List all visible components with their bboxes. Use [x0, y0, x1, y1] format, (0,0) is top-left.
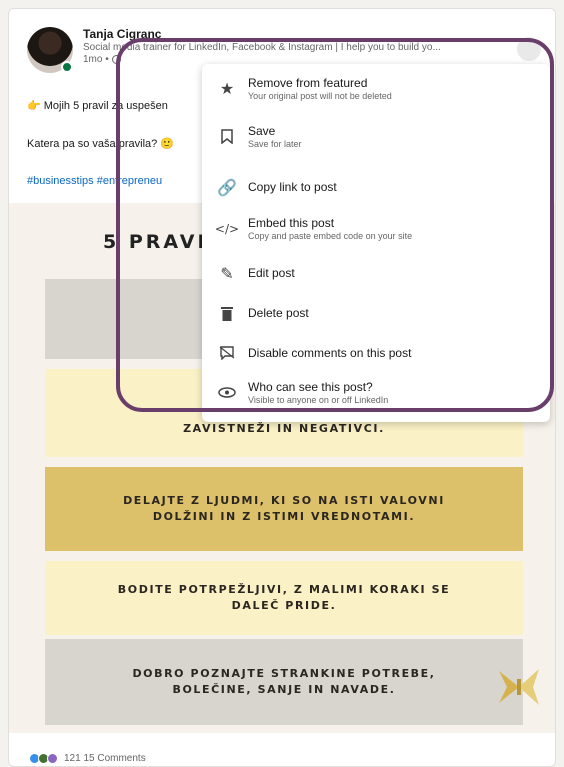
menu-label: Remove from featured	[248, 76, 368, 90]
post-text-line2: Katera pa so vaša pravila?	[27, 138, 158, 150]
post-hashtags[interactable]: #businesstips #entrepreneu	[27, 175, 162, 187]
menu-item-disable-comments[interactable]: Disable comments on this post	[202, 342, 550, 364]
butterfly-logo	[499, 669, 539, 705]
trash-icon	[216, 302, 238, 324]
menu-label: Disable comments on this post	[248, 346, 412, 360]
pencil-icon: ✎	[220, 263, 234, 283]
hand-emoji-icon: 👉	[27, 100, 41, 112]
menu-sublabel: Copy and paste embed code on your site	[248, 231, 413, 241]
menu-item-delete[interactable]: Delete post	[202, 302, 550, 324]
smile-emoji-icon: 🙂	[160, 138, 175, 150]
author-headline: Social media trainer for LinkedIn, Faceb…	[83, 42, 441, 53]
author-name[interactable]: Tanja Cigranc	[83, 27, 513, 41]
menu-item-save[interactable]: Save Save for later	[202, 124, 550, 149]
menu-label: Who can see this post?	[248, 380, 373, 394]
menu-item-copy-link[interactable]: 🔗 Copy link to post	[202, 176, 550, 198]
social-counts[interactable]: 121 15 Comments	[29, 753, 146, 764]
menu-item-embed[interactable]: </> Embed this post Copy and paste embed …	[202, 216, 550, 241]
bookmark-icon	[216, 126, 238, 148]
post-time: 1mo •	[83, 54, 109, 65]
menu-sublabel: Your original post will not be deleted	[248, 91, 392, 101]
menu-label: Edit post	[248, 266, 295, 280]
menu-sublabel: Visible to anyone on or off LinkedIn	[248, 395, 389, 405]
menu-label: Copy link to post	[248, 180, 337, 194]
menu-label: Embed this post	[248, 216, 335, 230]
menu-item-remove-featured[interactable]: ★ Remove from featured Your original post…	[202, 76, 550, 101]
code-icon: </>	[214, 221, 240, 236]
reactions-count: 121 15 Comments	[64, 753, 146, 764]
band-5: DOBRO POZNAJTE STRANKINE POTREBE, BOLEČI…	[45, 639, 523, 725]
more-options-button[interactable]	[517, 37, 541, 61]
menu-label: Save	[248, 124, 276, 138]
menu-item-visibility[interactable]: Who can see this post? Visible to anyone …	[202, 380, 550, 405]
menu-sublabel: Save for later	[248, 139, 302, 149]
menu-item-edit[interactable]: ✎ Edit post	[202, 262, 550, 284]
link-icon: 🔗	[217, 177, 237, 197]
avatar[interactable]	[27, 27, 73, 73]
band-3: DELAJTE Z LJUDMI, KI SO NA ISTI VALOVNI …	[45, 467, 523, 551]
image-title: 5 PRAVI	[103, 231, 208, 253]
online-status-icon	[61, 61, 73, 73]
comment-off-icon	[216, 342, 238, 364]
eye-icon	[216, 382, 238, 404]
globe-icon	[111, 54, 121, 64]
star-icon: ★	[219, 79, 235, 98]
menu-label: Delete post	[248, 306, 309, 320]
band-4: BODITE POTRPEŽLJIVI, Z MALIMI KORAKI SE …	[45, 561, 523, 635]
post-text-line1: Mojih 5 pravil za uspešen	[43, 100, 168, 112]
support-reaction-icon	[47, 753, 58, 764]
post-options-menu: ★ Remove from featured Your original post…	[202, 64, 550, 422]
